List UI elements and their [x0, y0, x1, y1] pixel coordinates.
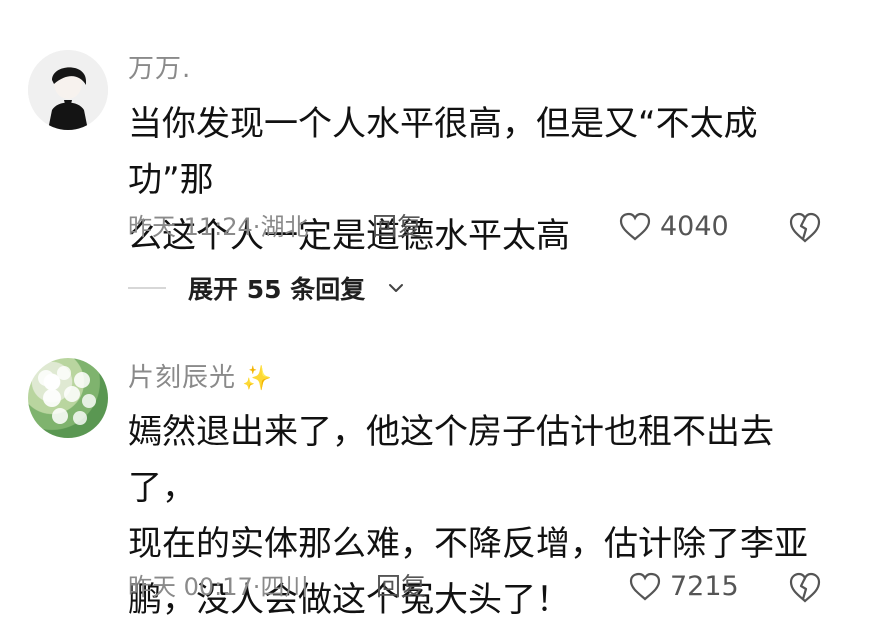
divider [128, 287, 166, 289]
like-count: 4040 [660, 211, 729, 242]
broken-heart-icon[interactable] [788, 571, 822, 605]
comment-location: 湖北 [260, 213, 309, 241]
comment-meta: 昨天 00:17·四川 [128, 572, 308, 602]
username-text: 片刻辰光 [128, 363, 237, 393]
expand-replies[interactable]: 展开 55 条回复 [128, 270, 405, 306]
comment-time: 昨天 11:24 [128, 213, 253, 241]
comment-location: 四川 [260, 573, 309, 601]
reply-button[interactable]: 回复 [372, 212, 422, 242]
broken-heart-icon[interactable] [788, 211, 822, 245]
like-count: 7215 [670, 571, 739, 602]
flower-avatar-art [38, 366, 96, 425]
username[interactable]: 片刻辰光 ✨ [128, 363, 273, 393]
person-avatar-art [28, 50, 108, 130]
sparkle-icon: ✨ [242, 364, 273, 392]
heart-icon [619, 212, 651, 241]
comment-thread: 万万. 当你发现一个人水平很高，但是又“不太成功”那 么这个人一定是道德水平太高… [0, 0, 870, 622]
flower-avatar[interactable] [28, 358, 108, 438]
like-button[interactable]: 4040 [618, 212, 729, 242]
comment-meta: 昨天 11:24·湖北 [128, 212, 308, 242]
heart-icon [629, 572, 661, 601]
person-avatar[interactable] [28, 50, 108, 130]
like-button[interactable]: 7215 [628, 572, 739, 602]
comment-time: 昨天 00:17 [128, 573, 253, 601]
expand-label: 展开 55 条回复 [188, 275, 366, 304]
chevron-down-icon [389, 284, 404, 292]
username[interactable]: 万万. [128, 54, 191, 84]
reply-button[interactable]: 回复 [376, 572, 426, 602]
